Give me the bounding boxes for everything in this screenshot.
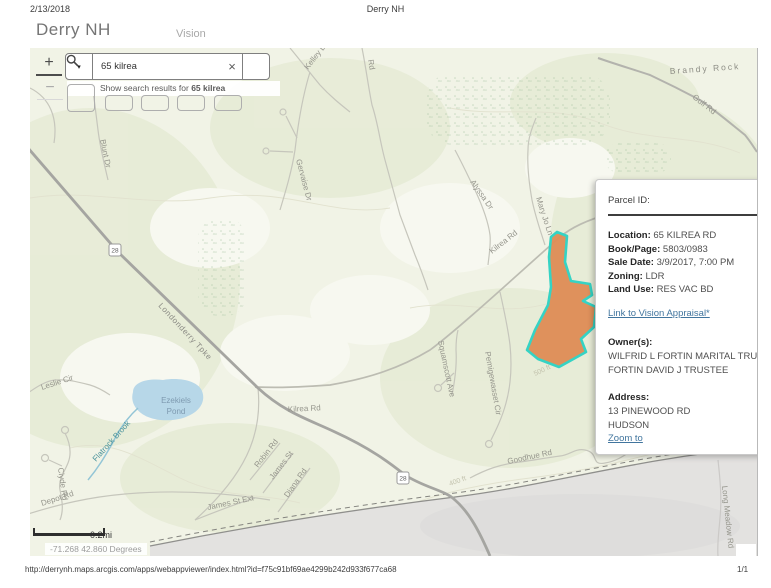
popup-title: Parcel ID:	[608, 195, 758, 206]
map-label: Ezekiels	[161, 396, 191, 405]
address-list: 13 PINEWOOD RDHUDSON	[608, 405, 758, 433]
widget-button-2[interactable]	[105, 95, 133, 111]
popup-field-row: Location: 65 KILREA RD	[608, 229, 758, 243]
suggestion-prefix: Show search results for	[100, 83, 191, 93]
vision-appraisal-link[interactable]: Link to Vision Appraisal*	[608, 308, 710, 319]
search-suggestion[interactable]: Show search results for 65 kilrea	[67, 81, 280, 96]
popup-text-line: HUDSON	[608, 419, 758, 433]
popup-divider	[608, 214, 758, 216]
search-icon	[66, 54, 79, 67]
owners-label: Owner(s):	[608, 336, 758, 350]
map-viewport[interactable]: 28 28 Kelley DrRdBrandy RockGulf RdBlunt…	[30, 48, 758, 556]
svg-text:28: 28	[399, 476, 407, 483]
popup-field-row: Zoning: LDR	[608, 270, 758, 284]
route-shield-28-south: 28	[397, 472, 409, 484]
close-icon: ×	[228, 59, 236, 74]
popup-text-line: 13 PINEWOOD RD	[608, 405, 758, 419]
search-bar: ▾ ×	[65, 53, 270, 80]
zoom-out-button[interactable]: −	[37, 79, 63, 100]
clear-search-button[interactable]: ×	[222, 54, 242, 79]
widget-button-3[interactable]	[141, 95, 169, 111]
suggestion-term: 65 kilrea	[191, 83, 225, 93]
app-title: Derry NH	[36, 20, 111, 40]
popup-field-row: Book/Page: 5803/0983	[608, 243, 758, 257]
coordinate-readout: -71.268 42.860 Degrees	[45, 543, 147, 555]
popup-text-line: FORTIN DAVID J TRUSTEE	[608, 364, 758, 378]
map-label: Pond	[167, 407, 186, 416]
popup-field-row: Land Use: RES VAC BD	[608, 283, 758, 297]
attribution-box	[736, 544, 756, 562]
address-label: Address:	[608, 391, 758, 405]
footer-url: http://derrynh.maps.arcgis.com/apps/weba…	[25, 565, 397, 574]
svg-text:28: 28	[111, 248, 119, 255]
scale-label: 0.2mi	[90, 530, 112, 540]
route-shield-28-north: 28	[109, 244, 121, 256]
map-label: 400 ft	[448, 475, 467, 488]
popup-field-row: Sale Date: 3/9/2017, 7:00 PM	[608, 256, 758, 270]
zoom-in-button[interactable]: +	[36, 54, 62, 76]
owners-list: WILFRID L FORTIN MARITAL TRUSTFORTIN DAV…	[608, 350, 758, 378]
map-label: Kilrea Rd	[288, 403, 321, 414]
popup-text-line: WILFRID L FORTIN MARITAL TRUST	[608, 350, 758, 364]
map-label: Brandy Rock	[669, 61, 740, 76]
zoom-to-link[interactable]: Zoom to	[608, 433, 643, 444]
map-label: Depot Rd	[40, 489, 75, 508]
widget-button-5[interactable]	[214, 95, 242, 111]
parcel-popup: Parcel ID: Location: 65 KILREA RDBook/Pa…	[595, 179, 758, 455]
widget-button-1[interactable]	[67, 84, 95, 112]
map-label: Mary Jo Ln	[534, 196, 555, 236]
search-input[interactable]	[93, 54, 222, 79]
popup-fields: Location: 65 KILREA RDBook/Page: 5803/09…	[608, 229, 758, 297]
print-doc-title: Derry NH	[0, 4, 771, 14]
widget-button-4[interactable]	[177, 95, 205, 111]
map-label: Rd	[366, 59, 377, 71]
footer-page-indicator: 1/1	[737, 565, 748, 574]
nav-link-vision[interactable]: Vision	[176, 28, 206, 40]
search-button[interactable]	[242, 54, 269, 79]
